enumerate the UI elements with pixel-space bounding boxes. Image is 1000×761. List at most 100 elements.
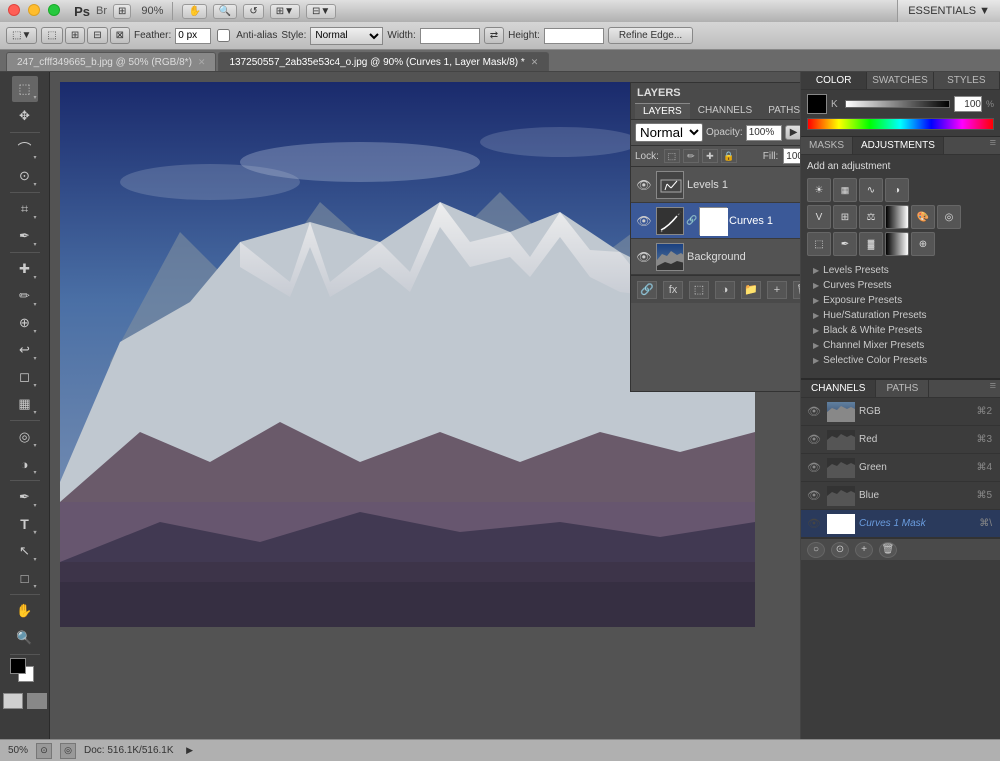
curves-icon[interactable]: ∿ [859, 178, 883, 202]
preset-exposure[interactable]: ▶ Exposure Presets [807, 293, 994, 308]
opacity-input[interactable] [746, 125, 782, 141]
k-slider[interactable] [845, 100, 950, 108]
close-button[interactable] [8, 4, 20, 16]
fill-input[interactable] [783, 148, 800, 164]
brush-tool[interactable]: ✏▾ [12, 283, 38, 309]
brightness-contrast-icon[interactable]: ☀ [807, 178, 831, 202]
normal-mode-btn[interactable] [3, 693, 23, 709]
save-channel-btn[interactable]: ⊙ [831, 542, 849, 558]
channels-tab[interactable]: CHANNELS [801, 380, 876, 397]
marquee-tool-btn[interactable]: ⬚▼ [6, 27, 37, 44]
preset-bw[interactable]: ▶ Black & White Presets [807, 323, 994, 338]
channelmix-icon[interactable]: ◎ [937, 205, 961, 229]
masks-tab[interactable]: MASKS [801, 137, 853, 154]
style-select[interactable]: Normal Fixed Ratio Fixed Size [310, 27, 383, 45]
exposure-icon[interactable]: ◑ [885, 178, 909, 202]
lock-transparent-btn[interactable]: ⬚ [664, 149, 680, 163]
lock-all-btn[interactable]: 🔒 [721, 149, 737, 163]
bottom-zoom-menu[interactable]: ⊙ [36, 743, 52, 759]
preset-levels[interactable]: ▶ Levels Presets [807, 263, 994, 278]
layer-eye-levels1[interactable]: 👁 [635, 176, 653, 194]
preset-channelmix[interactable]: ▶ Channel Mixer Presets [807, 338, 994, 353]
photofilter-icon[interactable]: 🎨 [911, 205, 935, 229]
tab-file1[interactable]: 247_cfff349665_b.jpg @ 50% (RGB/8*) ✕ [6, 52, 216, 71]
clone-tool[interactable]: ⊕▾ [12, 310, 38, 336]
new-group-btn[interactable]: 📁 [741, 281, 761, 299]
quick-select-tool[interactable]: ⊙▾ [12, 163, 38, 189]
tab2-close-icon[interactable]: ✕ [531, 57, 539, 68]
rotate-tool-btn[interactable]: ↺ [243, 4, 263, 19]
channels-options-icon[interactable]: ≡ [990, 380, 1000, 397]
preset-huesat[interactable]: ▶ Hue/Saturation Presets [807, 308, 994, 323]
channel-rgb[interactable]: 👁 RGB ⌘2 [801, 398, 1000, 426]
tab-file2[interactable]: 137250557_2ab35e53c4_o.jpg @ 90% (Curves… [218, 52, 549, 71]
paths-tab[interactable]: PATHS [876, 380, 929, 397]
lock-image-btn[interactable]: ✏ [683, 149, 699, 163]
main-color-swatch[interactable] [807, 94, 827, 114]
antialias-checkbox[interactable] [217, 29, 230, 42]
channel-green[interactable]: 👁 Green ⌘4 [801, 454, 1000, 482]
panel-options-icon[interactable]: ≡ [990, 137, 1000, 154]
hand-tool[interactable]: ✋ [12, 598, 38, 624]
layer-row-curves1[interactable]: 👁 🔗 Curves 1 [631, 203, 800, 239]
channel-eye-green[interactable]: 👁 [805, 461, 823, 474]
new-adj-layer-btn[interactable]: ◑ [715, 281, 735, 299]
height-input[interactable] [544, 28, 604, 44]
preset-selectivecolor[interactable]: ▶ Selective Color Presets [807, 353, 994, 368]
vibrance-icon[interactable]: V [807, 205, 831, 229]
channels-tab-layers[interactable]: CHANNELS [690, 103, 760, 119]
paths-tab-layers[interactable]: PATHS [760, 103, 800, 119]
load-channel-btn[interactable]: ○ [807, 542, 825, 558]
foreground-color-swatch[interactable] [10, 658, 26, 674]
threshold-icon[interactable]: ▓ [859, 232, 883, 256]
zoom-tool[interactable]: 🔍 [12, 625, 38, 651]
lasso-tool[interactable]: ⌒▾ [12, 136, 38, 162]
selectivecolor-icon[interactable]: ⊕ [911, 232, 935, 256]
layers-panel-header[interactable]: LAYERS ≡ ▼ [631, 83, 800, 103]
delete-layer-btn[interactable]: 🗑 [793, 281, 800, 299]
eyedropper-tool[interactable]: ✒▾ [12, 223, 38, 249]
preset-curves[interactable]: ▶ Curves Presets [807, 278, 994, 293]
color-tab[interactable]: COLOR [801, 72, 867, 89]
essentials-button[interactable]: ESSENTIALS ▼ [897, 0, 1000, 22]
layer-eye-curves1[interactable]: 👁 [635, 212, 653, 230]
feather-input[interactable] [175, 28, 211, 44]
channel-curves-mask[interactable]: 👁 Curves 1 Mask ⌘\ [801, 510, 1000, 538]
layer-eye-background[interactable]: 👁 [635, 248, 653, 266]
huesat-icon[interactable]: ⊞ [833, 205, 857, 229]
bottom-arrow[interactable]: ▶ [182, 743, 198, 759]
posterize-icon[interactable]: ✒ [833, 232, 857, 256]
channel-blue[interactable]: 👁 Blue ⌘5 [801, 482, 1000, 510]
quickmask-mode-btn[interactable] [27, 693, 47, 709]
blend-mode-select[interactable]: Normal Multiply Screen Overlay [635, 123, 703, 142]
gradientmap-icon[interactable] [885, 232, 909, 256]
new-layer-btn[interactable]: + [767, 281, 787, 299]
arrange-btn[interactable]: ⊟▼ [306, 4, 336, 19]
type-tool[interactable]: T▾ [12, 511, 38, 537]
blur-tool[interactable]: ◎▾ [12, 424, 38, 450]
layer-row-background[interactable]: 👁 [631, 239, 800, 275]
intersect-selection-btn[interactable]: ⊠ [110, 27, 130, 44]
bottom-info-btn[interactable]: ◎ [60, 743, 76, 759]
lock-position-btn[interactable]: ✚ [702, 149, 718, 163]
shape-tool[interactable]: □▾ [12, 565, 38, 591]
styles-tab[interactable]: STYLES [934, 72, 1000, 89]
eraser-tool[interactable]: ◻▾ [12, 364, 38, 390]
width-input[interactable] [420, 28, 480, 44]
opacity-arrow[interactable]: ▶ [785, 125, 800, 140]
channel-red[interactable]: 👁 Red ⌘3 [801, 426, 1000, 454]
new-channel-btn[interactable]: + [855, 542, 873, 558]
refine-edge-btn[interactable]: Refine Edge... [608, 27, 693, 44]
minimize-button[interactable] [28, 4, 40, 16]
maximize-button[interactable] [48, 4, 60, 16]
k-value-input[interactable] [954, 96, 982, 112]
hand-tool-btn[interactable]: ✋ [182, 4, 206, 19]
gradient-tool[interactable]: ▦▾ [12, 391, 38, 417]
layer-effects-btn[interactable]: fx [663, 281, 683, 299]
history-brush-tool[interactable]: ↩▾ [12, 337, 38, 363]
adjustments-tab[interactable]: ADJUSTMENTS [853, 137, 944, 154]
link-layers-btn[interactable]: 🔗 [637, 281, 657, 299]
view-dropdown-btn[interactable]: ⊞▼ [270, 4, 300, 19]
healing-tool[interactable]: ✚▾ [12, 256, 38, 282]
channel-eye-curves-mask[interactable]: 👁 [805, 517, 823, 530]
